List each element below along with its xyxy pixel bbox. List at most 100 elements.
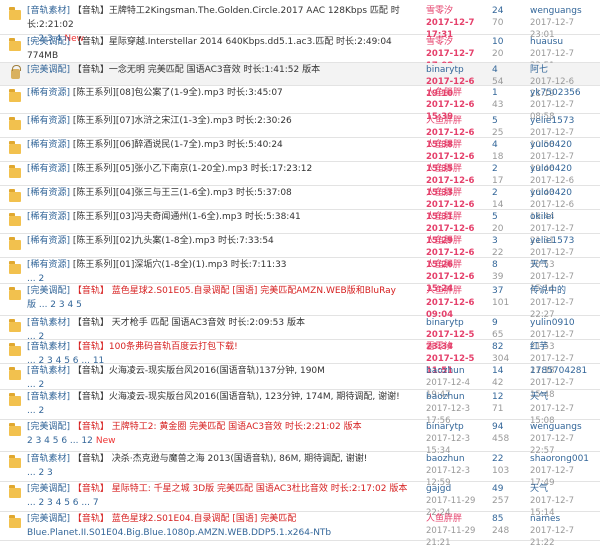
last-post-author[interactable]: yelie1573 [530, 235, 600, 247]
thread-link[interactable]: [陈王系列][07]水浒之宋江(1-3全).mp3 时长:2:30:26 [73, 116, 292, 126]
page-links[interactable]: ... 2 [27, 406, 44, 416]
author-name[interactable]: 人鱼胖胖 [426, 285, 486, 297]
category-tag[interactable]: [音轨素材] [27, 6, 70, 16]
last-post-author[interactable]: wenguangs [530, 5, 600, 17]
reply-count: 22 [492, 454, 504, 464]
folder-icon [9, 455, 21, 468]
page-links[interactable]: ... 2 [27, 274, 44, 284]
author-name[interactable]: 雪零汐 [426, 5, 486, 17]
thread-link[interactable]: 【音轨】 蓝色星球2.S01E04.自录调配 [国语] 完美匹配 [73, 514, 296, 524]
thread-link[interactable]: 【音轨】 决杀·杰克逊与魔兽之海 2013(国语音轨), 86M, 期待调配, … [73, 454, 368, 464]
count-cell: 37 101 [492, 285, 522, 309]
category-tag[interactable]: [完美调配] [27, 286, 70, 296]
last-post-author[interactable]: 天气 [530, 259, 600, 271]
category-tag[interactable]: [稀有资源] [27, 236, 70, 246]
author-name[interactable]: 人鱼胖胖 [426, 235, 486, 247]
thread-link[interactable]: 【音轨】火海凌云-现实版台风2016(国语音轨)137分钟, 190M [73, 366, 325, 376]
thread-link[interactable]: [陈王系列][05]张小乙下南京(1-20全).mp3 时长:17:23:12 [73, 164, 312, 174]
category-tag[interactable]: [音轨素材] [27, 366, 70, 376]
author-name[interactable]: baozhun [426, 391, 486, 403]
reply-count: 2 [492, 164, 498, 174]
last-post-author[interactable]: yulo0420 [530, 187, 600, 199]
thread-link[interactable]: 【音轨】100条弗码音轨百度云打包下载! [73, 342, 238, 352]
last-post-author[interactable]: 天气 [530, 483, 600, 495]
last-post-author[interactable]: 阿七 [530, 64, 600, 76]
author-name[interactable]: binarytp [426, 64, 486, 76]
category-tag[interactable]: [稀有资源] [27, 164, 70, 174]
author-name[interactable]: 人鱼胖胖 [426, 211, 486, 223]
page-links[interactable]: 版 ... 2 3 4 5 [27, 300, 82, 310]
last-post-author[interactable]: shaorong001 [530, 453, 600, 465]
last-post-author[interactable]: huausu [530, 36, 600, 48]
thread-title: [完美调配] 【音轨】一念无明 完美匹配 国语AC3音效 时长:1:41:52 … [27, 63, 417, 77]
category-tag[interactable]: [完美调配] [27, 65, 70, 75]
thread-link[interactable]: [陈王系列][08]包公案了(1-9全).mp3 时长:3:45:07 [73, 88, 283, 98]
count-cell: 22 103 [492, 453, 522, 477]
last-post-author[interactable]: 1785704281 [530, 365, 600, 377]
thread-title: [音轨素材] 【音轨】 决杀·杰克逊与魔兽之海 2013(国语音轨), 86M,… [27, 452, 417, 480]
page-links[interactable]: Blue.Planet.II.S01E04.Big.Blue.1080p.AMZ… [27, 528, 331, 538]
category-tag[interactable]: [完美调配] [27, 514, 70, 524]
category-tag[interactable]: [稀有资源] [27, 88, 70, 98]
folder-icon [9, 515, 21, 528]
thread-link[interactable]: 【音轨】 蓝色星球2.S01E05.自录调配 [国语] 完美匹配AMZN.WEB… [73, 286, 396, 296]
thread-link[interactable]: [陈王系列][04]张三与王三(1-6全).mp3 时长:5:37:08 [73, 188, 292, 198]
author-name[interactable]: binarytp [426, 317, 486, 329]
thread-link[interactable]: [陈王系列][03]冯夫奇闻通州(1-6全).mp3 时长:5:38:41 [73, 212, 301, 222]
page-links[interactable]: 2 3 4 5 6 ... 12 [27, 436, 93, 446]
thread-link[interactable]: [陈王系列][02]九头案(1-8全).mp3 时长:7:33:54 [73, 236, 274, 246]
author-name[interactable]: 人鱼胖胖 [426, 115, 486, 127]
thread-title: [音轨素材] 【音轨】火海凌云-现实版台风2016(国语音轨)137分钟, 19… [27, 364, 417, 392]
author-name[interactable]: 人鱼胖胖 [426, 139, 486, 151]
thread-row: [稀有资源] [陈王系列][04]张三与王三(1-6全).mp3 时长:5:37… [0, 186, 600, 222]
author-name[interactable]: 雪零汐 [426, 341, 486, 353]
thread-link[interactable]: 【音轨】 天才枪手 匹配 国语AC3音效 时长:2:09:53 版本 [73, 318, 305, 328]
last-post-author[interactable]: okilei [530, 211, 600, 223]
author-name[interactable]: 雪零汐 [426, 36, 486, 48]
author-name[interactable]: 人鱼胖胖 [426, 187, 486, 199]
author-name[interactable]: baozhun [426, 453, 486, 465]
category-tag[interactable]: [音轨素材] [27, 318, 70, 328]
last-post-author[interactable]: 天气 [530, 391, 600, 403]
category-tag[interactable]: [稀有资源] [27, 140, 70, 150]
thread-link[interactable]: 【音轨】一念无明 完美匹配 国语AC3音效 时长:1:41:52 版本 [73, 65, 320, 75]
author-name[interactable]: gajgd [426, 483, 486, 495]
last-post-author[interactable]: yulin0910 [530, 317, 600, 329]
author-name[interactable]: 人鱼胖胖 [426, 513, 486, 525]
thread-link[interactable]: 【音轨】火海凌云-现实版台风2016(国语音轨), 123分钟, 174M, 期… [73, 392, 400, 402]
category-tag[interactable]: [音轨素材] [27, 342, 70, 352]
author-name[interactable]: 人鱼胖胖 [426, 87, 486, 99]
page-links[interactable]: ... 2 3 [27, 468, 53, 478]
author-name[interactable]: 人鱼胖胖 [426, 259, 486, 271]
category-tag[interactable]: [完美调配] [27, 422, 70, 432]
last-post-author[interactable]: wenguangs [530, 421, 600, 433]
page-links[interactable]: ... 2 3 4 5 6 ... 7 [27, 498, 99, 508]
count-cell: 5 25 [492, 115, 522, 139]
thread-link[interactable]: 【音轨】 王牌特工2: 黄金圈 完美匹配 国语AC3音效 时长:2:21:02 … [73, 422, 362, 432]
author-name[interactable]: 人鱼胖胖 [426, 163, 486, 175]
page-links[interactable]: ... 2 [27, 380, 44, 390]
category-tag[interactable]: [稀有资源] [27, 260, 70, 270]
thread-link[interactable]: 【音轨】 星际特工: 千星之城 3D版 完美匹配 国语AC3杜比音效 时长:2:… [73, 484, 407, 494]
category-tag[interactable]: [完美调配] [27, 37, 70, 47]
category-tag[interactable]: [音轨素材] [27, 392, 70, 402]
category-tag[interactable]: [稀有资源] [27, 212, 70, 222]
category-tag[interactable]: [完美调配] [27, 484, 70, 494]
last-post-author[interactable]: yelie1573 [530, 115, 600, 127]
author-name[interactable]: binarytp [426, 421, 486, 433]
category-tag[interactable]: [稀有资源] [27, 116, 70, 126]
last-post-author[interactable]: 红芋 [530, 341, 600, 353]
thread-link[interactable]: 【音轨】星际穿越.Interstellar 2014 640Kbps.dd5.1… [27, 37, 392, 61]
category-tag[interactable]: [音轨素材] [27, 454, 70, 464]
category-tag[interactable]: [稀有资源] [27, 188, 70, 198]
folder-icon [9, 213, 21, 226]
last-post-author[interactable]: 传说中的 [530, 285, 600, 297]
thread-link[interactable]: [陈王系列][01]深垢穴(1-8全)(1).mp3 时长:7:11:33 [73, 260, 287, 270]
last-post-author[interactable]: yulo0420 [530, 163, 600, 175]
thread-link[interactable]: [陈王系列][06]醉酒说民(1-7全).mp3 时长:5:40:24 [73, 140, 283, 150]
thread-link[interactable]: 【音轨】王牌特工2Kingsman.The.Golden.Circle.2017… [27, 6, 400, 30]
last-post-author[interactable]: yulo0420 [530, 139, 600, 151]
author-name[interactable]: baozhun [426, 365, 486, 377]
last-post-author[interactable]: yk7502356 [530, 87, 600, 99]
last-post-author[interactable]: names [530, 513, 600, 525]
